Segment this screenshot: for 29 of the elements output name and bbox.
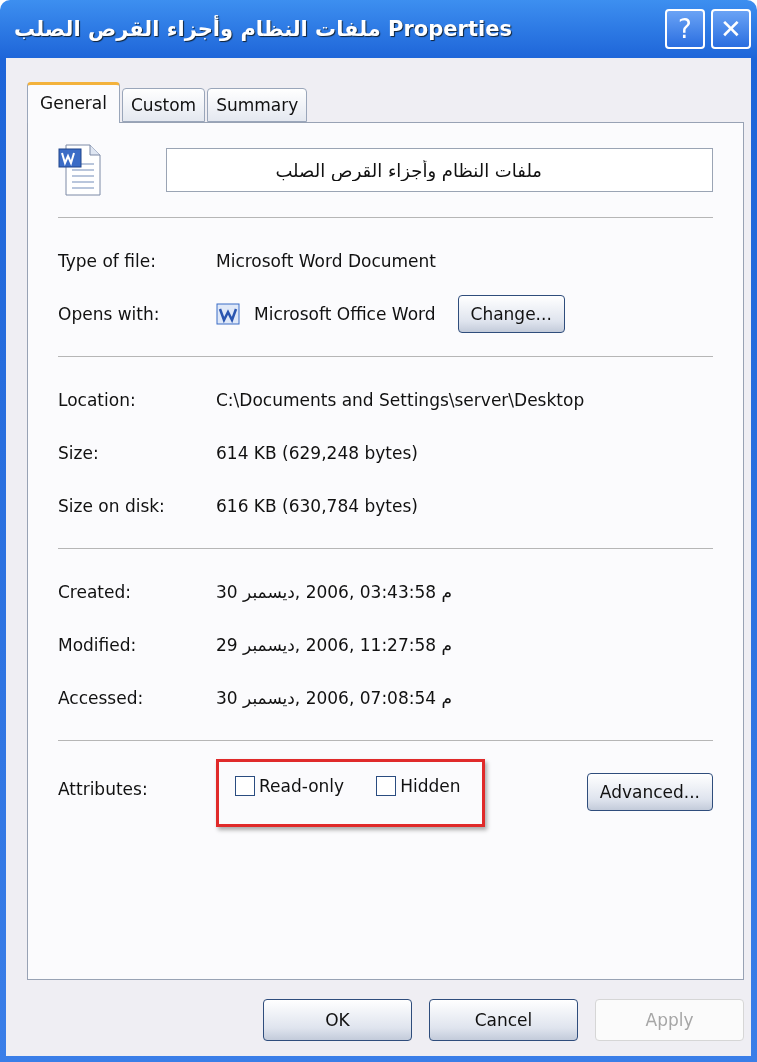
dialog-button[interactable]: Cancel [429,999,578,1041]
checkbox-label: Hidden [400,776,461,796]
tab[interactable]: Summary [207,88,308,122]
property-label: Opens with: [58,303,161,324]
close-button[interactable]: ✕ [711,9,751,49]
attributes-label: Attributes: [58,778,149,799]
property-value: Microsoft Word Document [216,250,436,271]
property-label: Location: [58,389,137,410]
word-document-icon [58,143,104,197]
tab[interactable]: General [27,82,120,123]
checkbox[interactable] [376,776,397,796]
property-label: Size: [58,442,100,463]
change-button[interactable]: Change... [457,294,565,333]
property-value: C:\Documents and Settings\server\Desktop [216,389,585,410]
property-label: Size on disk: [58,495,166,516]
checkbox[interactable] [235,776,255,796]
advanced-button[interactable]: Advanced... [586,773,713,811]
property-label: Created: [58,581,132,602]
property-label: Type of file: [58,250,157,271]
checkbox-label: Read-only [259,776,345,796]
property-value: Microsoft Office Word [254,303,436,324]
window-title: ملفات النظام وأجزاء القرص الصلب Properties [14,17,513,41]
property-label: Accessed: [58,687,145,708]
tab[interactable]: Custom [122,88,206,122]
property-value: 614 KB (629,248 bytes) [216,442,418,463]
word-app-icon [216,302,240,325]
property-value: 616 KB (630,784 bytes) [216,495,418,516]
property-label: Modified: [58,634,138,655]
dialog-button[interactable]: OK [263,999,412,1041]
